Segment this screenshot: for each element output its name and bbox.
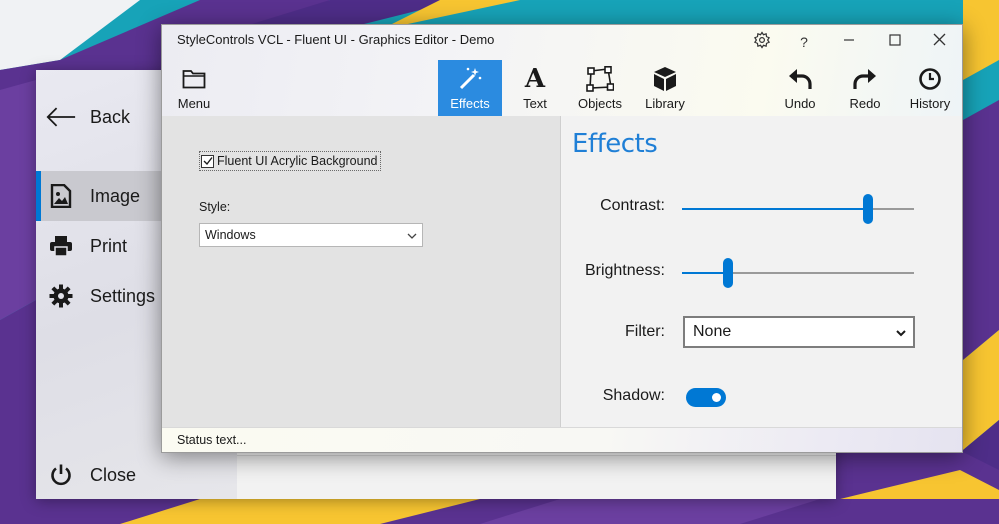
close-button[interactable]: Close <box>36 450 237 500</box>
effects-title: Effects <box>572 129 658 159</box>
contrast-slider[interactable] <box>682 194 914 224</box>
redo-button[interactable]: Redo <box>833 60 897 116</box>
shadow-toggle[interactable] <box>686 388 726 407</box>
effects-pane: Effects Contrast: Brightness: Filter: No… <box>562 116 962 427</box>
filter-dropdown[interactable]: None <box>683 316 915 348</box>
menu-button[interactable]: Menu <box>162 60 226 116</box>
chevron-down-icon <box>895 326 907 338</box>
text-icon: A <box>524 64 546 94</box>
question-mark-icon: ? <box>800 34 808 50</box>
redo-icon <box>851 65 879 93</box>
chevron-down-icon <box>406 229 418 241</box>
close-icon <box>933 33 946 51</box>
toolbar-label: History <box>909 96 951 111</box>
title-bar: StyleControls VCL - Fluent UI - Graphics… <box>162 25 962 116</box>
status-text: Status text... <box>177 433 247 447</box>
magic-wand-icon <box>456 65 484 93</box>
library-button[interactable]: Library <box>633 60 697 116</box>
close-label: Close <box>90 464 137 485</box>
objects-button[interactable]: Objects <box>568 60 632 116</box>
filter-label: Filter: <box>625 323 665 340</box>
slider-thumb[interactable] <box>863 194 873 224</box>
minimize-icon <box>843 33 855 51</box>
contrast-label: Contrast: <box>600 197 665 214</box>
clock-icon <box>916 65 944 93</box>
back-window-content <box>237 455 836 499</box>
brightness-slider[interactable] <box>682 258 914 288</box>
slider-fill <box>682 208 868 210</box>
style-label: Style: <box>199 200 231 214</box>
history-button[interactable]: History <box>898 60 962 116</box>
window-title: StyleControls VCL - Fluent UI - Graphics… <box>177 32 495 47</box>
effects-button[interactable]: Effects <box>438 60 502 116</box>
image-icon <box>46 181 76 211</box>
checkbox-label: Fluent UI Acrylic Background <box>217 154 378 168</box>
gear-icon <box>753 30 771 54</box>
options-pane: Fluent UI Acrylic Background Style: Wind… <box>162 116 561 427</box>
slider-thumb[interactable] <box>723 258 733 288</box>
close-window-button[interactable] <box>922 28 956 56</box>
arrow-left-icon <box>46 102 76 132</box>
filter-dropdown-value: None <box>693 323 732 340</box>
checkbox-box[interactable] <box>201 154 214 168</box>
maximize-icon <box>889 33 901 51</box>
toolbar-label: Menu <box>177 96 211 111</box>
slider-fill <box>682 272 728 274</box>
folder-icon <box>180 65 208 93</box>
settings-caption-button[interactable] <box>745 28 779 56</box>
main-window: StyleControls VCL - Fluent UI - Graphics… <box>161 24 963 453</box>
printer-icon <box>46 231 76 261</box>
toolbar-label: Redo <box>849 96 881 111</box>
undo-icon <box>786 65 814 93</box>
style-dropdown-value: Windows <box>205 228 256 242</box>
nav-item-label: Settings <box>90 285 156 306</box>
nav-item-label: Print <box>90 235 128 256</box>
maximize-button[interactable] <box>878 28 912 56</box>
status-bar: Status text... <box>162 427 962 452</box>
shadow-label: Shadow: <box>602 387 665 404</box>
box-icon <box>651 65 679 93</box>
toolbar-label: Undo <box>784 96 816 111</box>
toolbar-label: Text <box>523 96 547 111</box>
power-icon <box>46 460 76 490</box>
objects-icon <box>586 65 614 93</box>
toggle-knob <box>712 393 721 402</box>
acrylic-background-checkbox[interactable]: Fluent UI Acrylic Background <box>199 151 381 171</box>
back-label: Back <box>90 106 131 127</box>
brightness-label: Brightness: <box>584 262 665 279</box>
style-dropdown[interactable]: Windows <box>199 223 423 247</box>
toolbar-label: Objects <box>577 96 623 111</box>
nav-item-label: Image <box>90 185 141 206</box>
gear-icon <box>46 281 76 311</box>
toolbar-label: Library <box>645 96 685 111</box>
minimize-button[interactable] <box>832 28 866 56</box>
undo-button[interactable]: Undo <box>768 60 832 116</box>
text-button[interactable]: A Text <box>503 60 567 116</box>
help-caption-button[interactable]: ? <box>787 28 821 56</box>
toolbar-label: Effects <box>450 96 490 111</box>
